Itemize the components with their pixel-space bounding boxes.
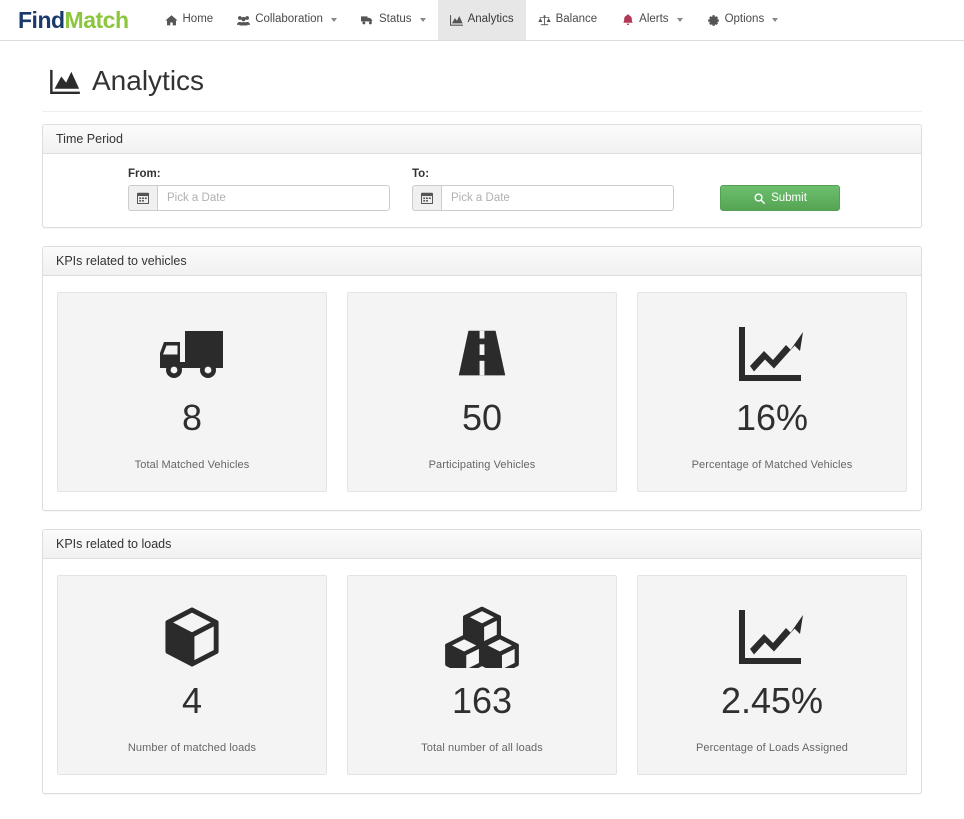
truck-icon [158,315,226,393]
line-chart-arrow-icon [737,315,807,393]
nav-item-alerts-label: Alerts [639,13,669,26]
nav-item-options[interactable]: Options [695,0,791,40]
chevron-down-icon [772,18,779,22]
kpi-label: Participating Vehicles [428,458,536,471]
loads-kpi-panel: KPIs related to loads 4 Number of matche… [42,528,922,794]
nav-item-collaboration-label: Collaboration [255,13,323,26]
nav-item-status[interactable]: Status [349,0,438,40]
loads-kpi-row: 4 Number of matched loads 163 Total numb… [56,573,908,777]
page-container: Analytics Time Period From: To: [32,41,932,794]
kpi-label: Percentage of Loads Assigned [695,741,849,754]
kpi-value: 2.45% [720,679,824,721]
nav-item-options-label: Options [724,13,765,26]
submit-button-label: Submit [771,192,807,204]
time-period-form: From: To: [56,168,908,211]
page-title: Analytics [92,65,205,96]
vehicles-kpi-panel-heading: KPIs related to vehicles [43,247,921,276]
vehicles-kpi-panel-body: 8 Total Matched Vehicles 50 Participatin… [43,276,921,510]
kpi-value: 4 [181,679,203,721]
area-chart-icon [50,68,80,94]
to-date-label: To: [412,168,430,180]
from-date-group: From: [128,168,390,211]
chevron-down-icon [419,18,426,22]
cube-icon [164,598,220,676]
kpi-label: Total Matched Vehicles [134,458,250,471]
submit-button[interactable]: Submit [720,185,840,211]
nav-item-balance-label: Balance [555,13,598,26]
nav-item-home[interactable]: Home [153,0,226,40]
from-date-label: From: [128,168,161,180]
gear-icon [707,14,720,27]
kpi-label: Number of matched loads [127,741,257,754]
balance-scale-icon [537,14,551,27]
vehicles-kpi-row: 8 Total Matched Vehicles 50 Participatin… [56,290,908,494]
area-chart-icon [449,14,463,27]
time-period-panel-heading: Time Period [43,125,921,154]
kpi-value: 50 [461,397,503,438]
nav-item-collaboration[interactable]: Collaboration [225,0,349,40]
top-navbar: Find Match Home Collaboration Status Ana… [0,0,964,41]
kpi-value: 8 [181,397,203,438]
kpi-card-percentage-matched-vehicles[interactable]: 16% Percentage of Matched Vehicles [637,292,907,492]
vehicles-kpi-panel: KPIs related to vehicles 8 Total Matched… [42,246,922,511]
kpi-card-percentage-loads-assigned[interactable]: 2.45% Percentage of Loads Assigned [637,574,907,775]
kpi-card-participating-vehicles[interactable]: 50 Participating Vehicles [347,292,617,492]
nav-item-analytics-label: Analytics [467,13,514,26]
truck-status-icon [360,14,374,27]
calendar-icon[interactable] [128,185,157,211]
users-icon [237,14,251,27]
brand-logo-find: Find [18,6,65,33]
to-date-group: To: [412,168,674,211]
road-icon [451,315,513,393]
search-icon [753,192,766,205]
bell-icon [621,13,634,27]
loads-kpi-panel-heading: KPIs related to loads [43,529,921,559]
kpi-value: 163 [451,679,513,721]
brand-logo[interactable]: Find Match [18,0,153,40]
kpi-label: Total number of all loads [421,741,543,754]
chevron-down-icon [330,18,337,22]
cubes-icon [443,598,521,676]
line-chart-arrow-icon [737,598,807,676]
kpi-card-total-all-loads[interactable]: 163 Total number of all loads [347,574,617,775]
nav-item-alerts[interactable]: Alerts [609,0,694,40]
from-date-input-group [128,185,390,211]
calendar-icon[interactable] [412,185,441,211]
time-period-panel-body: From: To: [43,154,921,227]
chevron-down-icon [676,18,683,22]
kpi-card-total-matched-vehicles[interactable]: 8 Total Matched Vehicles [57,292,327,492]
nav-item-status-label: Status [378,13,412,26]
to-date-input-group [412,185,674,211]
nav-item-balance[interactable]: Balance [526,0,610,40]
page-header: Analytics [42,41,922,112]
kpi-label: Percentage of Matched Vehicles [691,458,853,471]
nav-item-home-label: Home [182,13,214,26]
nav-item-analytics[interactable]: Analytics [437,0,526,40]
home-icon [164,14,178,27]
main-nav: Home Collaboration Status Analytics Bala… [153,0,791,40]
to-date-input[interactable] [441,185,674,211]
loads-kpi-panel-body: 4 Number of matched loads 163 Total numb… [43,559,921,793]
kpi-value: 16% [735,397,809,438]
from-date-input[interactable] [157,185,390,211]
time-period-panel: Time Period From: To: [42,124,922,228]
brand-logo-match: Match [64,6,129,33]
kpi-card-number-matched-loads[interactable]: 4 Number of matched loads [57,574,327,775]
